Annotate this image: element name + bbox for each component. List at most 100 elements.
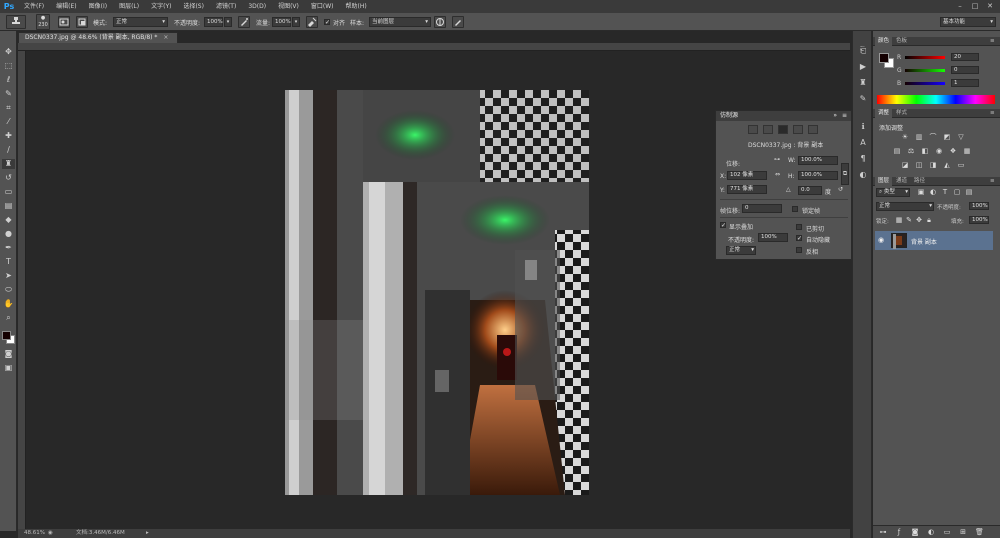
close-icon[interactable]: ✕ [985,2,995,11]
ellipse-tool-icon[interactable]: ⬭ [2,285,15,295]
properties-panel-icon[interactable]: ℹ [857,121,869,132]
channel-mixer-icon[interactable]: ❖ [949,147,957,155]
g-input[interactable]: 0 [951,66,979,74]
quick-mask-icon[interactable]: ◙ [2,349,15,359]
layer-row[interactable]: ◉ 背景 副本 [875,231,993,250]
zoom-level[interactable]: 48.61% [24,529,45,538]
menu-type[interactable]: 文字(Y) [145,0,177,13]
clone-source-2-icon[interactable] [763,125,773,134]
overlay-opacity-input[interactable]: 100% [758,233,788,242]
clone-source-4-icon[interactable] [793,125,803,134]
clone-source-3-icon[interactable] [778,125,788,134]
link-layers-icon[interactable]: ⊶ [879,528,887,536]
pressure-opacity-icon[interactable] [238,16,250,28]
brush-presets-icon[interactable]: ✎ [857,93,869,104]
clone-stamp-tool-icon[interactable]: ♜ [2,159,15,169]
invert-checkbox[interactable] [796,247,802,253]
filter-smart-icon[interactable]: ▤ [965,188,973,196]
clone-stamp-preset-icon[interactable] [6,15,26,29]
clone-source-5-icon[interactable] [808,125,818,134]
screen-mode-icon[interactable]: ▣ [2,363,15,373]
history-brush-tool-icon[interactable]: ↺ [2,173,15,183]
black-white-icon[interactable]: ◧ [921,147,929,155]
tab-color[interactable]: 颜色 [875,37,893,46]
filter-type-icon[interactable]: T [941,188,949,196]
show-overlay-checkbox[interactable]: ✓ [720,222,726,229]
pen-tool-icon[interactable]: ✒ [2,243,15,253]
threshold-icon[interactable]: ◨ [929,161,937,169]
document-image[interactable] [285,90,589,495]
quick-select-tool-icon[interactable]: ✎ [2,89,15,99]
filter-shape-icon[interactable]: ▢ [953,188,961,196]
menu-window[interactable]: 窗口(W) [305,0,340,13]
status-info-icon[interactable]: ◉ [48,529,53,538]
panel-menu-icon[interactable]: ≡ [987,177,998,186]
close-tab-icon[interactable]: × [163,34,168,41]
invert-icon[interactable]: ◪ [901,161,909,169]
move-tool-icon[interactable]: ✥ [2,47,15,57]
clipped-checkbox[interactable] [796,224,802,230]
curves-icon[interactable]: ⌒ [929,133,937,141]
eraser-tool-icon[interactable]: ▭ [2,187,15,197]
tab-swatches[interactable]: 色板 [893,37,910,46]
gradient-tool-icon[interactable]: ▤ [2,201,15,211]
foreground-color-swatch[interactable] [879,53,889,63]
lock-transparency-icon[interactable]: ▦ [895,216,903,224]
tab-layers[interactable]: 图层 [875,177,893,186]
marquee-tool-icon[interactable]: ⬚ [2,61,15,71]
g-slider[interactable] [905,69,945,72]
tab-paths[interactable]: 路径 [911,177,928,186]
menu-image[interactable]: 图像(I) [83,0,113,13]
airbrush-icon[interactable] [306,16,318,28]
horizontal-ruler[interactable] [18,43,850,51]
y-input[interactable]: 771 像素 [727,185,767,194]
auto-hide-checkbox[interactable]: ✓ [796,235,802,242]
menu-file[interactable]: 文件(F) [18,0,50,13]
photo-filter-icon[interactable]: ◉ [935,147,943,155]
reset-transform-icon[interactable]: ↺ [838,186,843,193]
color-lookup-icon[interactable]: ▦ [963,147,971,155]
menu-edit[interactable]: 编辑(E) [50,0,82,13]
r-slider[interactable] [905,56,945,59]
document-tab[interactable]: DSCN0337.jpg @ 48.6% (背景 副本, RGB/8) * × [18,32,178,43]
paragraph-panel-icon[interactable]: ¶ [857,153,869,164]
character-panel-icon[interactable]: A [857,137,869,148]
overlay-blend-select[interactable]: 正常 ▾ [726,246,756,255]
b-slider[interactable] [905,82,945,85]
brush-tool-icon[interactable]: ∕ [2,145,15,155]
minimize-icon[interactable]: – [955,2,965,11]
lasso-tool-icon[interactable]: ℓ [2,75,15,85]
foreground-color-swatch[interactable] [2,331,11,340]
ignore-adjustment-layers-icon[interactable] [434,16,446,28]
clone-source-icon[interactable]: ♜ [857,77,869,88]
crop-tool-icon[interactable]: ⌗ [2,103,15,113]
visibility-eye-icon[interactable]: ◉ [878,236,884,244]
history-panel-icon[interactable]: ⎗ [857,45,869,56]
clone-source-1-icon[interactable] [748,125,758,134]
eyedropper-tool-icon[interactable]: ⁄ [2,117,15,127]
fill-input[interactable]: 100% [969,216,989,224]
link-icon[interactable]: ⊶ [774,156,780,163]
layer-filter-select[interactable]: ⌕ 类型 ▾ [876,188,910,197]
lock-position-icon[interactable]: ✥ [915,216,923,224]
blur-tool-icon[interactable]: ◆ [2,215,15,225]
clone-source-panel-icon[interactable] [76,16,88,28]
flip-horizontal-icon[interactable]: ⇔ [775,171,780,178]
dodge-tool-icon[interactable]: ● [2,229,15,239]
menu-3d[interactable]: 3D(D) [242,0,272,13]
new-layer-icon[interactable]: ⊞ [959,528,967,536]
menu-view[interactable]: 视图(V) [272,0,305,13]
layer-mask-icon[interactable]: ◙ [911,528,919,536]
lock-all-icon[interactable]: 🔒︎ [925,216,933,224]
selective-color-icon[interactable]: ◭ [943,161,951,169]
lock-pixels-icon[interactable]: ✎ [905,216,913,224]
actions-panel-icon[interactable]: ▶ [857,61,869,72]
angle-input[interactable]: 0.0 [798,186,822,195]
hue-saturation-icon[interactable]: ▤ [893,147,901,155]
levels-icon[interactable]: ▥ [915,133,923,141]
menu-filter[interactable]: 滤镜(T) [210,0,242,13]
collapse-icon[interactable]: » [833,111,837,121]
layer-blend-select[interactable]: 正常 ▾ [876,202,934,211]
adjust-panel-icon[interactable]: ◐ [857,169,869,180]
opacity-dropdown[interactable]: ▾ [224,17,232,27]
